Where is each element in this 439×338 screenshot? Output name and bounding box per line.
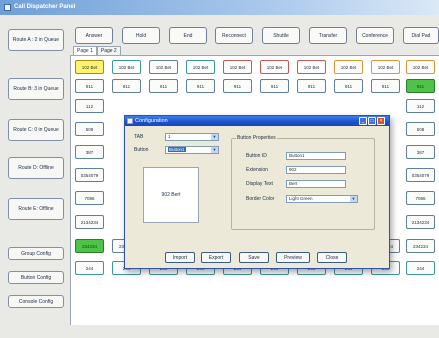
grid-button[interactable]: 0354079 [75, 168, 104, 182]
shuttle-button[interactable]: Shuttle [262, 27, 300, 44]
conference-button[interactable]: Conference [356, 27, 394, 44]
chevron-down-icon[interactable]: ▼ [350, 196, 357, 202]
grid-button[interactable]: 911 [186, 79, 215, 93]
button-select[interactable]: Button1 ▼ [165, 146, 219, 154]
route-c-button[interactable]: Route C: 0 in Queue [8, 119, 64, 141]
grid-button[interactable]: 102 Bet [371, 60, 400, 74]
button-label: Button [134, 147, 149, 153]
grid-button[interactable]: 102 Bet [112, 60, 141, 74]
grid-button[interactable]: 244 [75, 261, 104, 275]
grid-button[interactable]: 911 [75, 79, 104, 93]
dialog-title-bar[interactable]: Configuration [125, 116, 389, 126]
button-properties-title: Button Properties [236, 135, 277, 141]
close-button[interactable]: Close [317, 252, 347, 263]
tab-page-1[interactable]: Page 1 [73, 46, 97, 55]
grid-button[interactable]: 911 [297, 79, 326, 93]
button-select-value: Button1 [168, 147, 186, 152]
grid-button[interactable]: 387 [406, 145, 435, 159]
grid-button[interactable]: 102 Bet [406, 60, 435, 74]
dialog-title: Configuration [135, 118, 168, 124]
grid-button[interactable]: 244 [406, 261, 435, 275]
tab-label: TAB [134, 134, 144, 140]
grid-button[interactable]: 102 Bet [149, 60, 178, 74]
grid-button[interactable]: 508 [75, 122, 104, 136]
reconnect-button[interactable]: Reconnect [215, 27, 253, 44]
maximize-icon[interactable]: □ [368, 117, 376, 125]
app-title-bar: Call Dispatcher Panel [0, 0, 439, 15]
route-a-button[interactable]: Route A : 2 in Queue [8, 29, 64, 51]
border-color-select[interactable]: Light Green ▼ [286, 195, 358, 203]
export-button[interactable]: Export [201, 252, 231, 263]
tab-select-value: 1 [168, 134, 171, 139]
minimize-icon[interactable]: _ [359, 117, 367, 125]
transfer-button[interactable]: Transfer [309, 27, 347, 44]
grid-button[interactable]: 102 Bet [223, 60, 252, 74]
route-d-button[interactable]: Route D: Offline [8, 157, 64, 179]
grid-button[interactable]: 102 Bet [186, 60, 215, 74]
grid-button[interactable]: 911 [260, 79, 289, 93]
grid-button[interactable]: 234234 [406, 239, 435, 253]
grid-button[interactable]: 102 Bet [334, 60, 363, 74]
grid-button[interactable]: 387 [75, 145, 104, 159]
tab-select[interactable]: 1 ▼ [165, 133, 219, 141]
save-button[interactable]: Save [239, 252, 269, 263]
grid-button[interactable]: 234234 [75, 239, 104, 253]
grid-button[interactable]: 112 [75, 99, 104, 113]
grid-button[interactable]: 911 [223, 79, 252, 93]
tab-page-2[interactable]: Page 2 [96, 46, 121, 55]
grid-button[interactable]: 7086 [406, 191, 435, 205]
grid-button[interactable]: 911 [334, 79, 363, 93]
group-config-button[interactable]: Group Config [8, 247, 64, 260]
grid-button[interactable]: 911 [112, 79, 141, 93]
button-id-field[interactable]: Button1 [286, 152, 346, 160]
chevron-down-icon[interactable]: ▼ [211, 134, 218, 140]
app-icon [4, 4, 11, 11]
grid-button[interactable]: 2134234 [75, 215, 104, 229]
close-icon[interactable]: × [377, 117, 385, 125]
console-config-button[interactable]: Console Config [8, 295, 64, 308]
border-color-label: Border Color [246, 196, 275, 202]
button-config-button[interactable]: Button Config [8, 271, 64, 284]
grid-button[interactable]: 7086 [75, 191, 104, 205]
border-color-value: Light Green [289, 196, 313, 201]
page-tabs: Page 1 Page 2 [73, 46, 121, 55]
grid-button[interactable]: 508 [406, 122, 435, 136]
display-text-field[interactable]: Bert [286, 180, 346, 188]
grid-button[interactable]: 0354079 [406, 168, 435, 182]
route-e-button[interactable]: Route E: Offline [8, 198, 64, 220]
preview-button[interactable]: Preview [276, 252, 310, 263]
display-text-label: Display Text [246, 181, 273, 187]
grid-button[interactable]: 112 [406, 99, 435, 113]
extension-field[interactable]: 902 [286, 166, 346, 174]
configuration-dialog: Configuration _ □ × TAB 1 ▼ Button Butto… [124, 115, 390, 269]
answer-button[interactable]: Answer [75, 27, 113, 44]
dialog-icon [127, 118, 133, 124]
end-button[interactable]: End [169, 27, 207, 44]
chevron-down-icon[interactable]: ▼ [211, 147, 218, 153]
grid-button[interactable]: 2134234 [406, 215, 435, 229]
grid-button[interactable]: 911 [371, 79, 400, 93]
grid-button[interactable]: 102 Bet [297, 60, 326, 74]
hold-button[interactable]: Hold [122, 27, 160, 44]
app-title: Call Dispatcher Panel [14, 4, 76, 10]
route-b-button[interactable]: Route B: 3 in Queue [8, 78, 64, 100]
grid-button[interactable]: 102 Bet [75, 60, 104, 74]
extension-label: Extension [246, 167, 268, 173]
dial-pad-button[interactable]: Dial Pad [403, 27, 439, 44]
grid-button[interactable]: 102 Bet [260, 60, 289, 74]
button-id-label: Button ID [246, 153, 267, 159]
grid-button[interactable]: 911 [406, 79, 435, 93]
button-preview: 902 Bert [143, 167, 199, 223]
import-button[interactable]: Import [165, 252, 195, 263]
grid-button[interactable]: 911 [149, 79, 178, 93]
